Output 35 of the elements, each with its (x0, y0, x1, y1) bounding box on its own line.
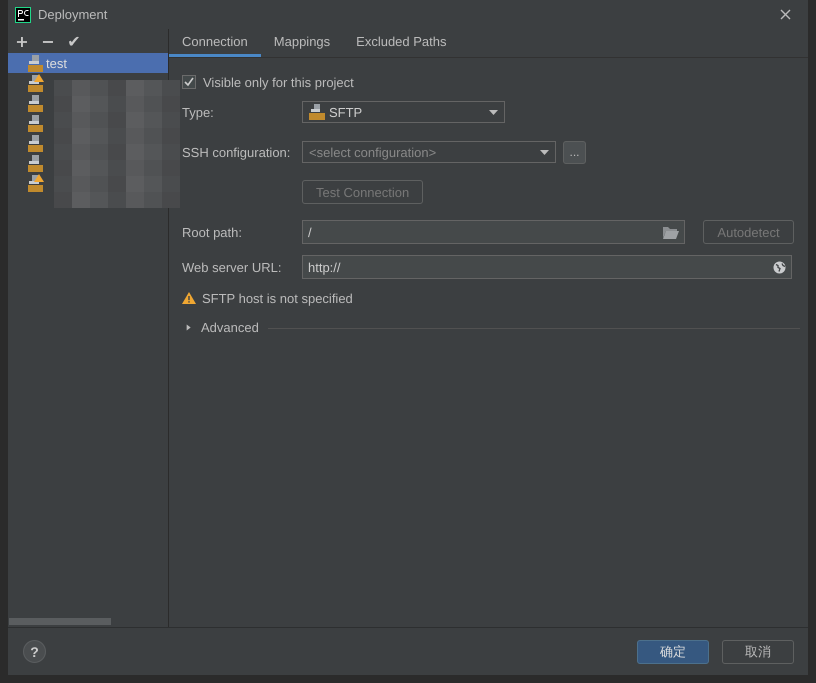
type-dropdown[interactable]: SFTP (302, 101, 505, 123)
tab[interactable]: Excluded Paths (343, 29, 460, 57)
server-item[interactable]: test (8, 53, 168, 73)
ssh-label: SSH configuration: (182, 144, 292, 160)
dropdown-arrow-icon (489, 110, 498, 114)
browse-button[interactable]: ... (563, 140, 586, 164)
toolbar-button[interactable]: − (37, 32, 59, 50)
tab[interactable]: Connection (169, 29, 261, 57)
ssh-dropdown[interactable]: <select configuration> (302, 141, 556, 163)
root-path-label: Root path: (182, 224, 243, 240)
web-url-field[interactable]: http:// (302, 255, 792, 279)
root-path-field[interactable]: / (302, 220, 685, 244)
sftp-icon (309, 104, 325, 120)
globe-icon[interactable] (773, 260, 786, 274)
checkbox[interactable] (182, 75, 196, 89)
dropdown-arrow-icon (540, 150, 549, 154)
scrollbar-thumb[interactable] (9, 618, 111, 625)
app-logo-icon (15, 6, 31, 22)
checkbox-label: Visible only for this project (203, 74, 354, 90)
tab[interactable]: Mappings (260, 29, 344, 57)
expand-arrow-icon[interactable] (186, 322, 192, 332)
warning-message: SFTP host is not specified (202, 290, 353, 306)
toolbar-button[interactable]: ✔ (63, 32, 85, 50)
warning-icon (182, 292, 196, 304)
web-url-label: Web server URL: (182, 260, 282, 274)
close-icon[interactable] (780, 9, 791, 20)
advanced-section-toggle[interactable]: Advanced (201, 320, 259, 334)
window-title: Deployment (38, 7, 108, 22)
dialog-button[interactable]: 确定 (637, 640, 709, 664)
folder-icon[interactable] (663, 226, 679, 238)
type-label: Type: (182, 104, 215, 120)
dialog-button[interactable]: 取消 (722, 640, 794, 664)
server-name: test (46, 56, 67, 70)
help-button[interactable]: ? (23, 640, 46, 663)
toolbar-button[interactable]: + (11, 32, 33, 50)
